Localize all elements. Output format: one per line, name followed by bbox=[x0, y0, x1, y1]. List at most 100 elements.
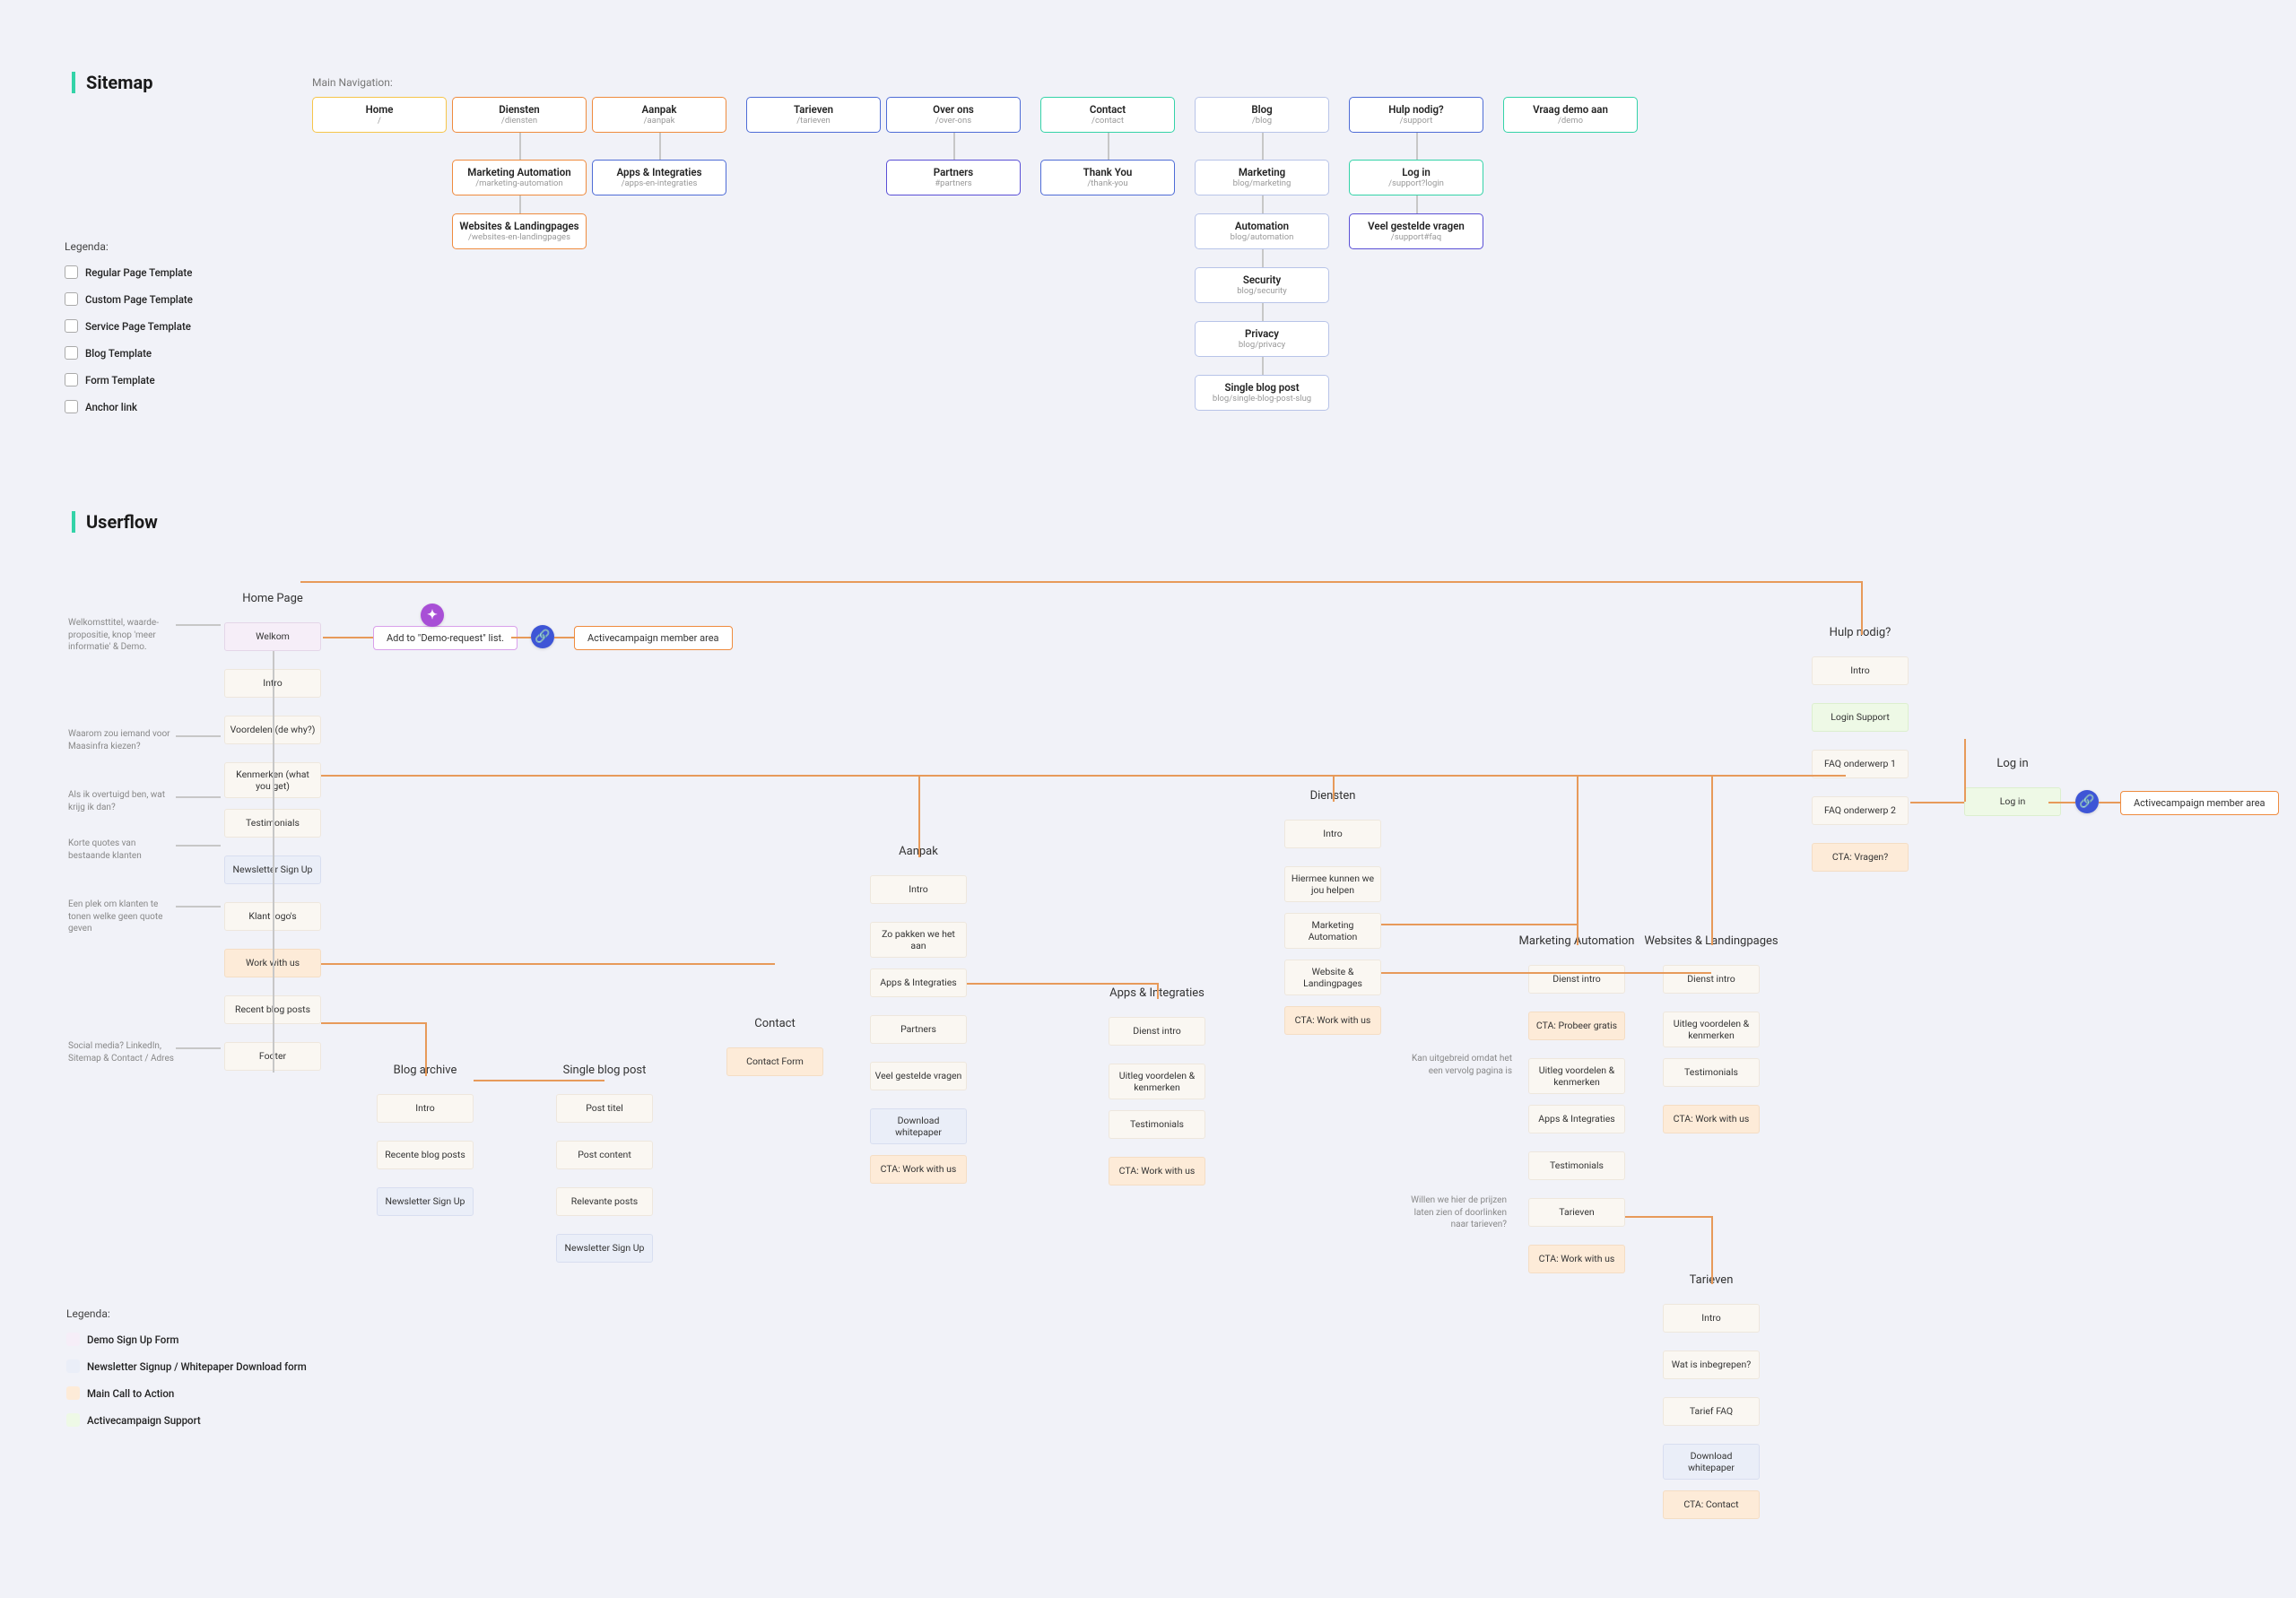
link-icon: 🔗 bbox=[2075, 790, 2099, 813]
single-post-item: Relevante posts bbox=[556, 1187, 653, 1216]
legend-item-custom: Custom Page Template bbox=[65, 292, 193, 306]
aanpak-item: Apps & Integraties bbox=[870, 968, 967, 997]
sitemap-node[interactable]: Veel gestelde vragen/support#faq bbox=[1349, 213, 1483, 249]
sitemap-node[interactable]: Automationblog/automation bbox=[1195, 213, 1329, 249]
aanpak-item: Veel gestelde vragen bbox=[870, 1062, 967, 1090]
diensten-item: CTA: Work with us bbox=[1284, 1006, 1381, 1035]
single-post-item: Newsletter Sign Up bbox=[556, 1234, 653, 1263]
aanpak-item: Intro bbox=[870, 875, 967, 904]
single-post-title: Single blog post bbox=[533, 1064, 676, 1077]
single-post-item: Post content bbox=[556, 1141, 653, 1169]
sitemap-node[interactable]: Vraag demo aan/demo bbox=[1503, 97, 1638, 133]
sitemap-node[interactable]: Thank You/thank-you bbox=[1040, 160, 1175, 195]
legend-uf-ac: Activecampaign Support bbox=[66, 1413, 201, 1427]
marketing-automation-item: CTA: Probeer gratis bbox=[1528, 1012, 1625, 1040]
aanpak-item: Partners bbox=[870, 1015, 967, 1044]
legend-item-blog: Blog Template bbox=[65, 346, 152, 360]
hulp-item: FAQ onderwerp 2 bbox=[1812, 796, 1909, 825]
sitemap-node[interactable]: Privacyblog/privacy bbox=[1195, 321, 1329, 357]
marketing-automation-item: Dienst intro bbox=[1528, 965, 1625, 994]
flow-ac-member-area-2: Activecampaign member area bbox=[2120, 791, 2279, 815]
diensten-item: Website & Landingpages bbox=[1284, 960, 1381, 995]
login-title: Log in bbox=[1941, 757, 2084, 770]
side-note: Willen we hier de prijzen laten zien of … bbox=[1399, 1194, 1507, 1231]
login-item: Log in bbox=[1964, 787, 2061, 816]
sitemap-node[interactable]: Partners#partners bbox=[886, 160, 1021, 195]
hulp-title: Hulp nodig? bbox=[1788, 626, 1932, 639]
side-note: Welkomsttitel, waarde-propositie, knop '… bbox=[68, 617, 176, 654]
apps-item: CTA: Work with us bbox=[1109, 1157, 1205, 1185]
aanpak-item: CTA: Work with us bbox=[870, 1155, 967, 1184]
userflow-title: Userflow bbox=[72, 511, 158, 533]
automation-icon: ✦ bbox=[421, 604, 444, 627]
sitemap-node[interactable]: Tarieven/tarieven bbox=[746, 97, 881, 133]
sitemap-node[interactable]: Contact/contact bbox=[1040, 97, 1175, 133]
blog-archive-item: Intro bbox=[377, 1094, 474, 1123]
side-note: Kan uitgebreid omdat het een vervolg pag… bbox=[1405, 1053, 1512, 1077]
sitemap-title: Sitemap bbox=[72, 72, 152, 93]
legend-title-sitemap: Legenda: bbox=[65, 240, 109, 253]
side-note: Korte quotes van bestaande klanten bbox=[68, 838, 176, 862]
hulp-item: Login Support bbox=[1812, 703, 1909, 732]
marketing-automation-item: CTA: Work with us bbox=[1528, 1245, 1625, 1273]
contact-item: Contact Form bbox=[726, 1047, 823, 1076]
single-post-item: Post titel bbox=[556, 1094, 653, 1123]
tarieven-item: Download whitepaper bbox=[1663, 1444, 1760, 1480]
sitemap-node[interactable]: Over ons/over-ons bbox=[886, 97, 1021, 133]
legend-uf-nl: Newsletter Signup / Whitepaper Download … bbox=[66, 1359, 307, 1373]
marketing-automation-item: Testimonials bbox=[1528, 1151, 1625, 1180]
aanpak-item: Download whitepaper bbox=[870, 1108, 967, 1144]
aanpak-item: Zo pakken we het aan bbox=[870, 922, 967, 958]
marketing-automation-item: Apps & Integraties bbox=[1528, 1105, 1625, 1133]
tarieven-item: CTA: Contact bbox=[1663, 1490, 1760, 1519]
websites-landingpages-item: Dienst intro bbox=[1663, 965, 1760, 994]
sitemap-node[interactable]: Blog/blog bbox=[1195, 97, 1329, 133]
flow-ac-member-area: Activecampaign member area bbox=[574, 626, 733, 650]
diensten-item: Intro bbox=[1284, 820, 1381, 848]
legend-uf-demo: Demo Sign Up Form bbox=[66, 1333, 178, 1346]
side-note: Een plek om klanten te tonen welke geen … bbox=[68, 899, 176, 935]
tarieven-item: Wat is inbegrepen? bbox=[1663, 1350, 1760, 1379]
legend-item-form: Form Template bbox=[65, 373, 155, 386]
websites-landingpages-item: Testimonials bbox=[1663, 1058, 1760, 1087]
tarieven-item: Tarief FAQ bbox=[1663, 1397, 1760, 1426]
sitemap-node[interactable]: Single blog postblog/single-blog-post-sl… bbox=[1195, 375, 1329, 411]
contact-title: Contact bbox=[703, 1017, 847, 1030]
tarieven-item: Intro bbox=[1663, 1304, 1760, 1333]
side-note: Social media? LinkedIn, Sitemap & Contac… bbox=[68, 1040, 176, 1064]
sitemap-node[interactable]: Securityblog/security bbox=[1195, 267, 1329, 303]
home-item: Welkom bbox=[224, 622, 321, 651]
marketing-automation-item: Uitleg voordelen & kenmerken bbox=[1528, 1058, 1625, 1094]
flow-demo-request: Add to "Demo-request" list. bbox=[373, 626, 517, 650]
blog-archive-item: Recente blog posts bbox=[377, 1141, 474, 1169]
main-nav-label: Main Navigation: bbox=[312, 76, 393, 89]
sitemap-node[interactable]: Diensten/diensten bbox=[452, 97, 587, 133]
sitemap-node[interactable]: Aanpak/aanpak bbox=[592, 97, 726, 133]
marketing-automation-item: Tarieven bbox=[1528, 1198, 1625, 1227]
link-icon: 🔗 bbox=[531, 625, 554, 648]
diensten-item: Marketing Automation bbox=[1284, 913, 1381, 949]
sitemap-node[interactable]: Websites & Landingpages/websites-en-land… bbox=[452, 213, 587, 249]
side-note: Als ik overtuigd ben, wat krijg ik dan? bbox=[68, 789, 176, 813]
legend-item-anchor: Anchor link bbox=[65, 400, 137, 413]
legend-uf-cta: Main Call to Action bbox=[66, 1386, 174, 1400]
sitemap-node[interactable]: Log in/support?login bbox=[1349, 160, 1483, 195]
apps-item: Dienst intro bbox=[1109, 1017, 1205, 1046]
legend-title-userflow: Legenda: bbox=[66, 1307, 110, 1320]
legend-item-service: Service Page Template bbox=[65, 319, 191, 333]
home-title: Home Page bbox=[201, 592, 344, 605]
hulp-item: Intro bbox=[1812, 656, 1909, 685]
blog-archive-item: Newsletter Sign Up bbox=[377, 1187, 474, 1216]
sitemap-node[interactable]: Home/ bbox=[312, 97, 447, 133]
apps-item: Testimonials bbox=[1109, 1110, 1205, 1139]
legend-item-regular: Regular Page Template bbox=[65, 265, 192, 279]
sitemap-node[interactable]: Apps & Integraties/apps-en-integraties bbox=[592, 160, 726, 195]
side-note: Waarom zou iemand voor Maasinfra kiezen? bbox=[68, 728, 176, 752]
sitemap-node[interactable]: Marketingblog/marketing bbox=[1195, 160, 1329, 195]
websites-landingpages-item: Uitleg voordelen & kenmerken bbox=[1663, 1012, 1760, 1047]
websites-landingpages-item: CTA: Work with us bbox=[1663, 1105, 1760, 1133]
sitemap-node[interactable]: Hulp nodig?/support bbox=[1349, 97, 1483, 133]
sitemap-node[interactable]: Marketing Automation/marketing-automatio… bbox=[452, 160, 587, 195]
diensten-item: Hiermee kunnen we jou helpen bbox=[1284, 866, 1381, 902]
apps-item: Uitleg voordelen & kenmerken bbox=[1109, 1064, 1205, 1099]
